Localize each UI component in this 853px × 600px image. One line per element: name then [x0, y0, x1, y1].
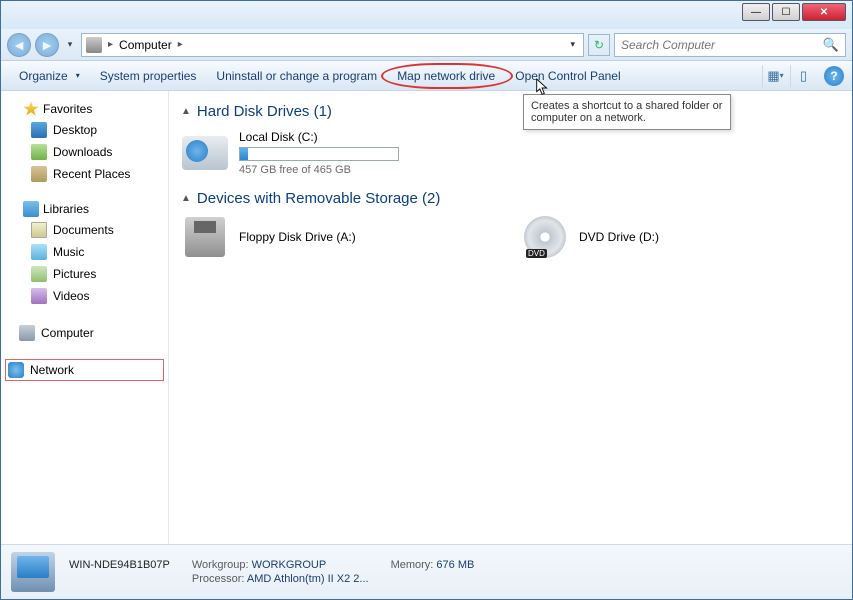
- drive-name: Floppy Disk Drive (A:): [239, 230, 356, 244]
- map-network-drive-label: Map network drive: [397, 69, 495, 83]
- sidebar-item-label: Desktop: [53, 123, 97, 137]
- sidebar-item-desktop[interactable]: Desktop: [5, 119, 164, 141]
- sidebar-item-label: Videos: [53, 289, 89, 303]
- uninstall-program-button[interactable]: Uninstall or change a program: [206, 65, 387, 87]
- desktop-icon: [31, 122, 47, 138]
- drive-floppy[interactable]: Floppy Disk Drive (A:): [181, 217, 481, 257]
- back-button[interactable]: ◄: [7, 33, 31, 57]
- search-input[interactable]: [621, 38, 823, 52]
- sidebar-item-label: Computer: [41, 326, 94, 340]
- drive-name: Local Disk (C:): [239, 130, 399, 144]
- section-hard-disk-drives[interactable]: ▲ Hard Disk Drives (1): [181, 103, 840, 120]
- preview-pane-button[interactable]: ▯: [790, 65, 816, 87]
- explorer-window: — ☐ ✕ ◄ ► ▾ ▸ Computer ▸ ▾ ↻ 🔍 Organize …: [0, 0, 853, 600]
- sidebar-item-pictures[interactable]: Pictures: [5, 263, 164, 285]
- system-properties-button[interactable]: System properties: [90, 65, 207, 87]
- nav-row: ◄ ► ▾ ▸ Computer ▸ ▾ ↻ 🔍: [1, 29, 852, 61]
- maximize-button[interactable]: ☐: [772, 3, 800, 21]
- videos-icon: [31, 288, 47, 304]
- drive-dvd[interactable]: DVD Drive (D:): [521, 217, 821, 257]
- documents-icon: [31, 222, 47, 238]
- collapse-icon: ▲: [181, 193, 191, 204]
- recent-icon: [31, 166, 47, 182]
- breadcrumb-item[interactable]: Computer: [119, 38, 172, 52]
- computer-large-icon: [11, 552, 55, 592]
- floppy-icon: [185, 217, 225, 257]
- address-dropdown[interactable]: ▾: [566, 39, 579, 50]
- tooltip: Creates a shortcut to a shared folder or…: [523, 94, 731, 130]
- sidebar-item-label: Documents: [53, 223, 114, 237]
- sidebar-item-downloads[interactable]: Downloads: [5, 141, 164, 163]
- sidebar-item-music[interactable]: Music: [5, 241, 164, 263]
- map-network-drive-button[interactable]: Map network drive: [387, 65, 505, 87]
- sidebar-item-label: Recent Places: [53, 167, 130, 181]
- close-button[interactable]: ✕: [802, 3, 846, 21]
- hdd-icon: [182, 136, 228, 170]
- navigation-pane: Favorites Desktop Downloads Recent Place…: [1, 91, 169, 544]
- drive-name: DVD Drive (D:): [579, 230, 659, 244]
- favorites-label: Favorites: [43, 102, 92, 116]
- processor-value: AMD Athlon(tm) II X2 2...: [247, 573, 369, 585]
- sidebar-item-computer[interactable]: Computer: [5, 321, 164, 345]
- drive-local-disk[interactable]: Local Disk (C:) 457 GB free of 465 GB: [181, 130, 481, 176]
- memory-label: Memory:: [391, 559, 434, 571]
- pictures-icon: [31, 266, 47, 282]
- sidebar-item-label: Downloads: [53, 145, 112, 159]
- sidebar-item-documents[interactable]: Documents: [5, 219, 164, 241]
- forward-button[interactable]: ►: [35, 33, 59, 57]
- view-options-button[interactable]: ▦▾: [762, 65, 788, 87]
- libraries-icon: [23, 201, 39, 217]
- sidebar-item-label: Music: [53, 245, 84, 259]
- libraries-header[interactable]: Libraries: [5, 199, 164, 219]
- details-pane: WIN-NDE94B1B07P Workgroup: WORKGROUP Mem…: [1, 544, 852, 599]
- section-label: Devices with Removable Storage (2): [197, 190, 440, 207]
- sidebar-item-label: Pictures: [53, 267, 96, 281]
- sidebar-item-videos[interactable]: Videos: [5, 285, 164, 307]
- sidebar-item-recent[interactable]: Recent Places: [5, 163, 164, 185]
- network-icon: [8, 362, 24, 378]
- sidebar-item-label: Network: [30, 363, 74, 377]
- chevron-right-icon: ▸: [178, 39, 183, 50]
- workgroup-value: WORKGROUP: [252, 559, 327, 571]
- sidebar-item-network[interactable]: Network: [5, 359, 164, 381]
- refresh-button[interactable]: ↻: [588, 34, 610, 56]
- section-removable-storage[interactable]: ▲ Devices with Removable Storage (2): [181, 190, 840, 207]
- collapse-icon: ▲: [181, 106, 191, 117]
- history-dropdown[interactable]: ▾: [63, 33, 77, 57]
- section-label: Hard Disk Drives (1): [197, 103, 332, 120]
- processor-label: Processor:: [192, 573, 245, 585]
- content-pane: ▲ Hard Disk Drives (1) Local Disk (C:) 4…: [169, 91, 852, 544]
- chevron-right-icon: ▸: [108, 39, 113, 50]
- search-box[interactable]: 🔍: [614, 33, 846, 57]
- workgroup-label: Workgroup:: [192, 559, 249, 571]
- computer-icon: [19, 325, 35, 341]
- help-button[interactable]: ?: [824, 66, 844, 86]
- memory-value: 676 MB: [436, 559, 474, 571]
- music-icon: [31, 244, 47, 260]
- toolbar: Organize System properties Uninstall or …: [1, 61, 852, 91]
- capacity-bar: [239, 147, 399, 161]
- libraries-label: Libraries: [43, 202, 89, 216]
- titlebar: — ☐ ✕: [1, 1, 852, 29]
- computer-name: WIN-NDE94B1B07P: [69, 559, 170, 571]
- organize-button[interactable]: Organize: [9, 65, 90, 87]
- address-bar[interactable]: ▸ Computer ▸ ▾: [81, 33, 584, 57]
- downloads-icon: [31, 144, 47, 160]
- minimize-button[interactable]: —: [742, 3, 770, 21]
- computer-icon: [86, 37, 102, 53]
- favorites-header[interactable]: Favorites: [5, 99, 164, 119]
- star-icon: [23, 101, 39, 117]
- drive-free-space: 457 GB free of 465 GB: [239, 164, 399, 176]
- open-control-panel-button[interactable]: Open Control Panel: [505, 65, 630, 87]
- dvd-icon: [524, 216, 566, 258]
- search-icon: 🔍: [823, 37, 839, 53]
